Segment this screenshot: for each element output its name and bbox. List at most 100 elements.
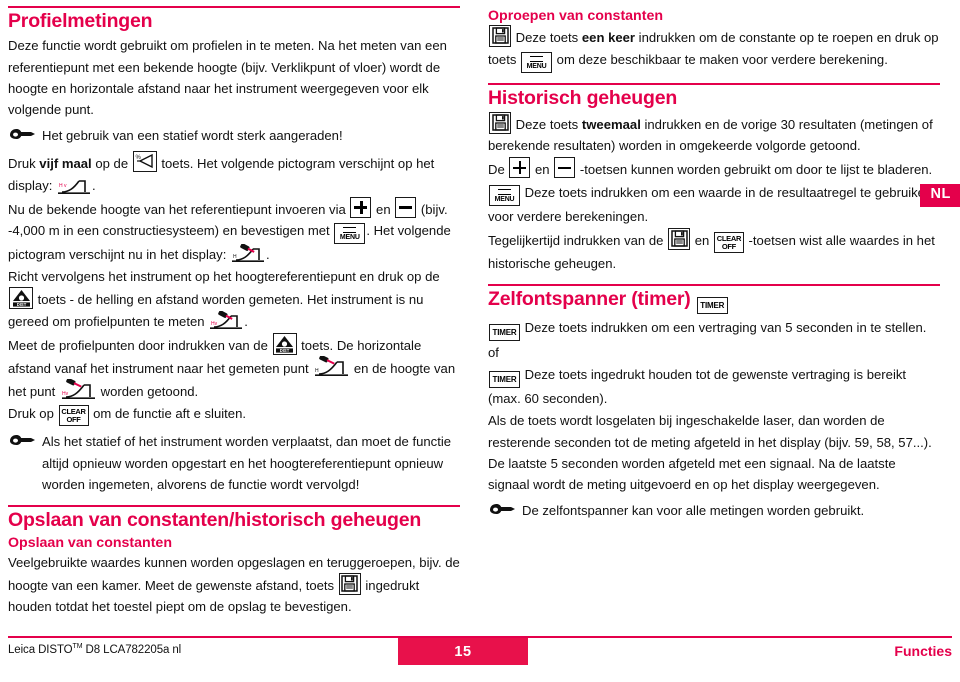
aim-text-3: . [244,313,248,329]
menu-key-icon-3[interactable]: MENU [489,184,520,206]
timer-key-icon-2[interactable]: TIMER [489,323,520,341]
subheading-opslaan-constanten: Opslaan van constanten [8,534,172,551]
svg-text:Hv: Hv [62,391,69,397]
svg-text:DIST: DIST [16,302,26,307]
press-five-bold: vijf maal [39,156,92,172]
subheading-oproepen-constanten: Oproepen van constanten [488,8,664,24]
clear-off-key-icon-2[interactable]: CLEAR OFF [713,231,744,253]
exit-text-1: Druk op [8,406,58,422]
history4-text-1: Tegelijkertijd indrukken van de [488,232,668,248]
svg-text:DIST: DIST [280,348,290,353]
dist-key-icon[interactable]: DIST [9,287,33,310]
point-height-pictogram-icon: Hv [60,379,96,401]
note-move-instrument: Als het statief of het instrument worden… [8,431,460,495]
manual-page: Profielmetingen Deze functie wordt gebru… [0,0,960,682]
plus-key-icon[interactable] [350,196,372,218]
clear-off-key-icon[interactable]: CLEAR OFF [58,405,89,427]
paragraph-history-3: MENU Deze toets indrukken om een waarde … [488,182,940,227]
menu-key-label-2: MENU [526,62,547,70]
menu-bars-icon [343,227,357,234]
footer-row: Leica DISTOTM D8 LCA782205a nl 15 Functi… [8,638,952,665]
heading-opslaan-constanten-historisch: Opslaan van constanten/historisch geheug… [8,509,422,532]
note-tripod: Het gebruik van een statief wordt sterk … [8,125,460,146]
profile-pictogram-icon: H v [57,178,91,195]
svg-text:H: H [233,254,237,260]
save-memory-key-icon-4[interactable] [668,227,691,250]
section-rule-opslaan [8,505,460,508]
recall-text-1: Deze toets [515,30,582,46]
paragraph-history-2: De en -toetsen kunnen worden gebruikt om… [488,157,940,180]
press-five-text-4: . [92,177,96,193]
press-five-text-1: Druk [8,156,40,172]
func-key-icon[interactable]: % [132,151,157,173]
paragraph-timer-3: Als de toets wordt losgelaten bij ingesc… [488,413,932,492]
heading-historisch-geheugen: Historisch geheugen [488,86,678,109]
footer-document-id: Leica DISTOTM D8 LCA782205a nl [8,643,181,656]
history3-text: Deze toets indrukken om een waarde in de… [488,184,933,224]
svg-text:Hv: Hv [211,321,218,327]
history-bold: tweemaal [581,116,641,132]
minus-key-icon[interactable] [395,196,417,218]
heading-zelfontspanner: Zelfontspanner (timer) TIMER [488,287,940,314]
clear-key-line2: OFF [66,415,81,425]
timer-text-1: Deze toets indrukken om een vertraging v… [524,319,927,335]
press-five-text-2: op de [91,156,132,172]
two-column-layout: Profielmetingen Deze functie wordt gebru… [0,0,960,618]
measure-text-1: Meet de profielpunten door indrukken van… [8,337,272,353]
right-column: Oproepen van constanten Deze toets een k… [488,6,940,618]
left-column: Profielmetingen Deze functie wordt gebru… [8,6,460,618]
section-rule-historisch [488,82,940,85]
timer-key-icon-3[interactable]: TIMER [489,371,520,389]
recall-text-3: om deze beschikbaar te maken voor verder… [553,51,888,67]
history-text-1: Deze toets [515,116,582,132]
save-memory-key-icon-2[interactable] [489,25,511,48]
language-tab-nl: NL [920,184,960,207]
plus-key-icon-2[interactable] [509,157,531,179]
note-timer: De zelfontspanner kan voor alle metingen… [488,500,940,521]
paragraph-history-4: Tegelijkertijd indrukken van de en CLEAR… [488,227,940,274]
timer-key-icon[interactable]: TIMER [696,296,728,314]
history2-text-1: De [488,162,509,178]
timer-text-2: Deze toets ingedrukt houden tot de gewen… [488,367,907,407]
footer-docnumber: D8 LCA782205a nl [82,643,182,656]
menu-key-label-3: MENU [494,195,515,203]
profile-ready-pictogram-icon: Hv [209,310,243,331]
paragraph-recall: Deze toets een keer indrukken om de cons… [488,25,940,73]
paragraph-measure: Meet de profielpunten door indrukken van… [8,332,460,403]
enter-height-text-5: . [265,247,270,263]
menu-key-icon[interactable]: MENU [334,223,366,245]
section-rule-top-left [8,6,460,8]
svg-text:H: H [59,183,63,189]
horizontal-distance-pictogram-icon: H [313,356,349,378]
footer-brand: Leica DISTO [8,643,73,656]
save-memory-key-icon[interactable] [338,573,361,596]
pointing-hand-icon-2 [8,433,36,447]
paragraph-exit: Druk op CLEAR OFF om de functie aft e slu… [8,403,460,427]
page-footer: Leica DISTOTM D8 LCA782205a nl 15 Functi… [8,636,952,674]
paragraph-intro: Deze functie wordt gebruikt om profielen… [8,38,447,118]
note-move-text: Als het statief of het instrument worden… [42,434,452,492]
menu-bars-icon-2 [530,55,544,62]
aim-text-1: Richt vervolgens het instrument op het h… [8,269,440,285]
exit-text-2: om de functie aft e sluiten. [89,406,246,422]
paragraph-enter-height: Nu de bekende hoogte van het referentiep… [8,196,460,265]
dist-key-icon-2[interactable]: DIST [272,332,297,355]
footer-chapter: Functies [894,643,952,659]
save-memory-key-icon-3[interactable] [489,111,511,134]
paragraph-history-1: Deze toets tweemaal indrukken en de vori… [488,111,940,156]
note-tripod-text: Het gebruik van een statief wordt sterk … [42,128,343,144]
minus-key-icon-2[interactable] [554,157,576,179]
paragraph-opslaan: Veelgebruikte waardes kunnen worden opge… [8,552,460,618]
heading-profielmetingen: Profielmetingen [8,10,153,32]
menu-bars-icon-3 [498,188,511,195]
note-timer-text: De zelfontspanner kan voor alle metingen… [522,503,865,519]
paragraph-aim: Richt vervolgens het instrument op het h… [8,266,460,332]
menu-key-label: MENU [339,234,360,242]
history2-text-3: -toetsen kunnen worden gebruikt om door … [576,162,933,178]
paragraph-timer-1: TIMER Deze toets indrukken om een vertra… [488,317,940,341]
menu-key-icon-2[interactable]: MENU [521,51,553,73]
zelfontspanner-label: Zelfontspanner (timer) [488,287,691,310]
section-rule-timer [488,283,940,286]
paragraph-timer-or: of [488,344,499,360]
pointing-hand-icon [8,127,36,141]
